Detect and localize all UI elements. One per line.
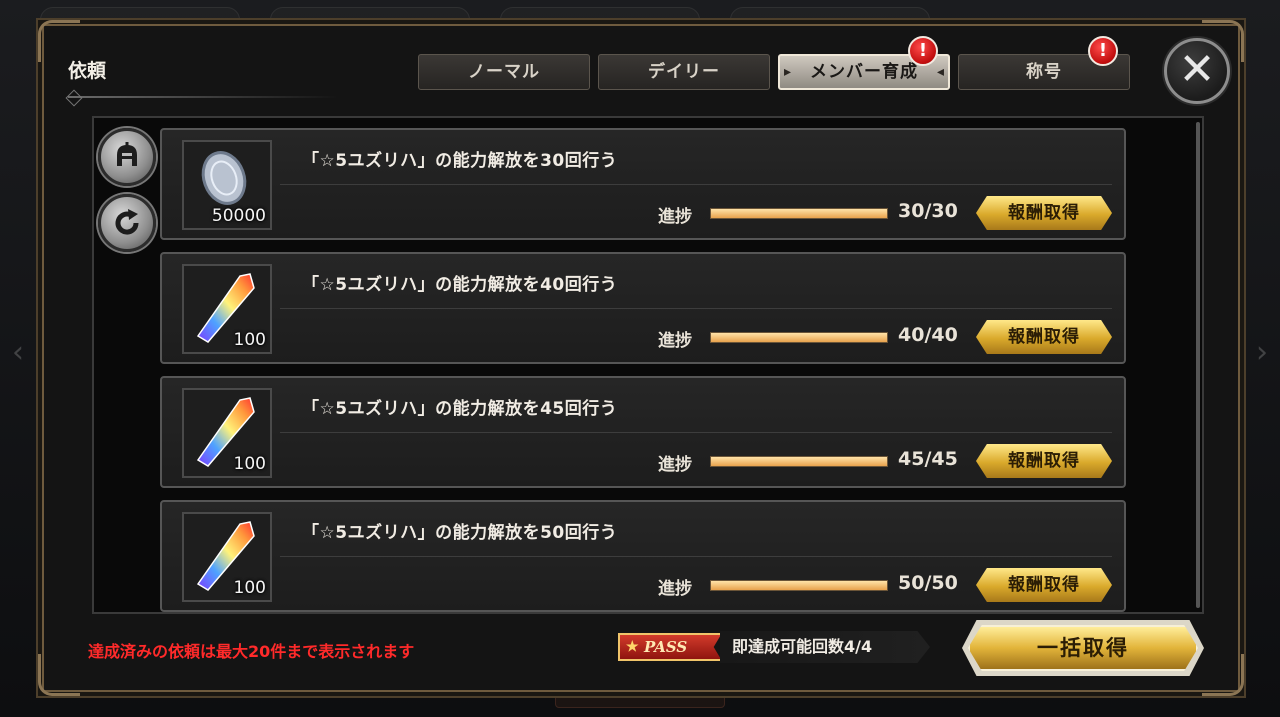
item-quantity: 50000 (211, 206, 266, 226)
tab-label: ノーマル (468, 62, 540, 82)
reward-item[interactable]: 100 (182, 388, 272, 478)
tab-label: メンバー育成 (810, 62, 918, 82)
reward-item[interactable]: 50000 (182, 140, 272, 230)
close-button[interactable]: ✕ (1164, 38, 1230, 104)
claim-reward-button[interactable]: 報酬取得 (976, 196, 1112, 230)
star-icon: ★ (626, 639, 639, 655)
instant-complete-count: 即達成可能回数4/4 (720, 631, 930, 663)
pass-badge: ★ PASS (618, 633, 722, 661)
progress-count: 30/30 (898, 200, 958, 222)
progress-fill (711, 581, 887, 590)
progress-label: 進捗 (658, 331, 692, 351)
claim-reward-button[interactable]: 報酬取得 (976, 568, 1112, 602)
tab-daily[interactable]: デイリー (598, 54, 770, 90)
alert-badge-icon: ! (908, 36, 938, 66)
item-quantity: 100 (233, 454, 266, 474)
progress-count: 45/45 (898, 448, 958, 470)
quest-description: 「☆5ユズリハ」の能力解放を30回行う (302, 151, 618, 171)
quest-description: 「☆5ユズリハ」の能力解放を50回行う (302, 523, 618, 543)
tab-label: 称号 (1026, 62, 1062, 82)
quest-card: 100 「☆5ユズリハ」の能力解放を50回行う 進捗 50/50 報酬取得 (160, 500, 1126, 612)
progress-bar (710, 456, 888, 467)
pass-label: PASS (644, 638, 688, 656)
tab-normal[interactable]: ノーマル (418, 54, 590, 90)
close-icon: ✕ (1178, 44, 1216, 95)
refresh-icon (115, 209, 139, 235)
progress-fill (711, 209, 887, 218)
progress-fill (711, 457, 887, 466)
claim-reward-button[interactable]: 報酬取得 (976, 444, 1112, 478)
progress-fill (711, 333, 887, 342)
quest-description: 「☆5ユズリハ」の能力解放を40回行う (302, 275, 618, 295)
alert-badge-icon: ! (1088, 36, 1118, 66)
quest-card: 50000 「☆5ユズリハ」の能力解放を30回行う 進捗 30/30 報酬取得 (160, 128, 1126, 240)
scrollbar[interactable] (1196, 122, 1200, 608)
page-right-arrow-icon: › (1256, 335, 1268, 370)
progress-bar (710, 580, 888, 591)
refresh-button[interactable] (98, 194, 156, 252)
progress-count: 50/50 (898, 572, 958, 594)
quest-card: 100 「☆5ユズリハ」の能力解放を40回行う 進捗 40/40 報酬取得 (160, 252, 1126, 364)
reward-item[interactable]: 100 (182, 512, 272, 602)
item-quantity: 100 (233, 578, 266, 598)
quest-card: 100 「☆5ユズリハ」の能力解放を45回行う 進捗 45/45 報酬取得 (160, 376, 1126, 488)
progress-count: 40/40 (898, 324, 958, 346)
claim-reward-button[interactable]: 報酬取得 (976, 320, 1112, 354)
item-quantity: 100 (233, 330, 266, 350)
progress-bar (710, 332, 888, 343)
page-left-arrow-icon: ‹ (12, 335, 24, 370)
tab-label: デイリー (648, 62, 720, 82)
progress-label: 進捗 (658, 579, 692, 599)
title-ornament (68, 96, 338, 98)
quest-dialog: 依頼 ノーマル デイリー メンバー育成 称号 ! ! ✕ (38, 20, 1244, 696)
progress-label: 進捗 (658, 455, 692, 475)
dialog-title: 依頼 (68, 60, 107, 82)
quest-description: 「☆5ユズリハ」の能力解放を45回行う (302, 399, 618, 419)
progress-label: 進捗 (658, 207, 692, 227)
quest-list[interactable]: 50000 「☆5ユズリハ」の能力解放を30回行う 進捗 30/30 報酬取得 … (92, 116, 1204, 614)
frame-corner (1202, 654, 1244, 696)
frame-corner (38, 654, 80, 696)
progress-bar (710, 208, 888, 219)
claim-all-button[interactable]: 一括取得 (968, 625, 1198, 671)
helmet-icon (117, 142, 137, 166)
helmet-filter-button[interactable] (98, 128, 156, 186)
display-limit-notice: 達成済みの依頼は最大20件まで表示されます (88, 642, 415, 661)
reward-item[interactable]: 100 (182, 264, 272, 354)
